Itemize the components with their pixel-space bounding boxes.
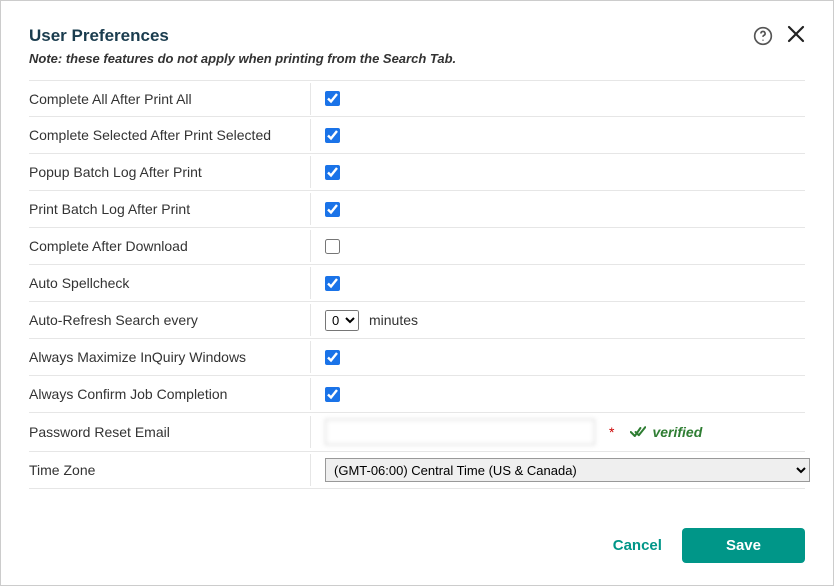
input-reset-email[interactable] <box>325 419 595 445</box>
row-confirm-job: Always Confirm Job Completion <box>29 376 805 413</box>
label-complete-download: Complete After Download <box>29 230 311 262</box>
row-complete-selected: Complete Selected After Print Selected <box>29 117 805 154</box>
checkbox-confirm-job[interactable] <box>325 387 340 402</box>
checkbox-complete-selected[interactable] <box>325 128 340 143</box>
select-auto-refresh[interactable]: 0 <box>325 310 359 331</box>
label-complete-all: Complete All After Print All <box>29 83 311 115</box>
checkbox-auto-spellcheck[interactable] <box>325 276 340 291</box>
close-icon[interactable] <box>787 25 805 47</box>
header-icons <box>753 25 805 47</box>
row-time-zone: Time Zone (GMT-06:00) Central Time (US &… <box>29 452 805 489</box>
checkbox-popup-batch[interactable] <box>325 165 340 180</box>
preferences-list: Complete All After Print All Complete Se… <box>29 80 805 489</box>
row-max-inquiry: Always Maximize InQuiry Windows <box>29 339 805 376</box>
row-reset-email: Password Reset Email * verified <box>29 413 805 452</box>
save-button[interactable]: Save <box>682 528 805 563</box>
select-time-zone[interactable]: (GMT-06:00) Central Time (US & Canada) <box>325 458 810 482</box>
label-confirm-job: Always Confirm Job Completion <box>29 378 311 410</box>
dialog-footer: Cancel Save <box>613 528 805 563</box>
required-star: * <box>609 424 614 440</box>
label-auto-spellcheck: Auto Spellcheck <box>29 267 311 299</box>
label-time-zone: Time Zone <box>29 454 311 486</box>
check-icon <box>630 425 646 439</box>
label-reset-email: Password Reset Email <box>29 416 311 448</box>
row-auto-refresh: Auto-Refresh Search every 0 minutes <box>29 302 805 339</box>
verified-badge: verified <box>630 424 702 440</box>
auto-refresh-unit: minutes <box>369 312 418 328</box>
help-icon[interactable] <box>753 26 773 46</box>
verified-text: verified <box>652 424 702 440</box>
checkbox-max-inquiry[interactable] <box>325 350 340 365</box>
row-auto-spellcheck: Auto Spellcheck <box>29 265 805 302</box>
row-complete-download: Complete After Download <box>29 228 805 265</box>
checkbox-print-batch[interactable] <box>325 202 340 217</box>
label-auto-refresh: Auto-Refresh Search every <box>29 304 311 336</box>
label-complete-selected: Complete Selected After Print Selected <box>29 119 311 151</box>
dialog-note: Note: these features do not apply when p… <box>29 51 805 66</box>
label-popup-batch: Popup Batch Log After Print <box>29 156 311 188</box>
row-complete-all: Complete All After Print All <box>29 80 805 117</box>
row-print-batch: Print Batch Log After Print <box>29 191 805 228</box>
dialog-title: User Preferences <box>29 26 169 46</box>
label-max-inquiry: Always Maximize InQuiry Windows <box>29 341 311 373</box>
dialog-header: User Preferences <box>29 25 805 47</box>
user-preferences-dialog: User Preferences Note: these features do… <box>0 0 834 586</box>
checkbox-complete-all[interactable] <box>325 91 340 106</box>
row-popup-batch: Popup Batch Log After Print <box>29 154 805 191</box>
label-print-batch: Print Batch Log After Print <box>29 193 311 225</box>
checkbox-complete-download[interactable] <box>325 239 340 254</box>
cancel-button[interactable]: Cancel <box>613 537 662 554</box>
